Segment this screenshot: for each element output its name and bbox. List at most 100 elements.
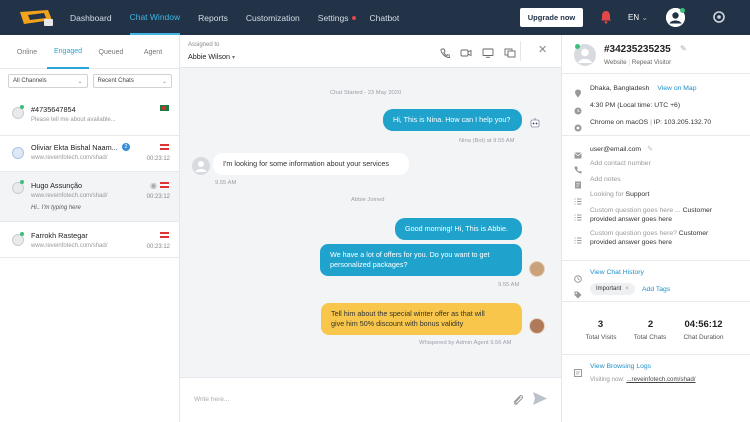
user-avatar[interactable]: [666, 8, 685, 27]
chat-preview: Please tell me about available...: [31, 117, 116, 123]
chat-list-item[interactable]: Oliviar Ekta Bishal Naam... 2 www.revein…: [0, 136, 179, 172]
chat-list-item[interactable]: Farrokh Rastegar www.reveinfotech.com/sh…: [0, 222, 179, 258]
nav-settings[interactable]: Settings: [318, 0, 356, 35]
notes-icon: [574, 176, 582, 189]
channel-filter-select[interactable]: All Channels ⌄: [8, 74, 88, 88]
view-chat-history-link[interactable]: View Chat History: [590, 269, 644, 276]
message-input[interactable]: Write here...: [194, 396, 229, 403]
top-navbar: Dashboard Chat Window Reports Customizat…: [0, 0, 750, 35]
view-on-map-link[interactable]: View on Map: [657, 85, 696, 92]
visitor-source: Website: [604, 59, 627, 66]
video-icon[interactable]: [460, 45, 472, 63]
custom-question-1-label: Custom question goes here ...: [590, 207, 681, 214]
total-visits-value: 3: [597, 319, 604, 330]
list-icon: [574, 231, 582, 244]
chat-url: www.reveinfotech.com/shad/: [31, 243, 108, 249]
chat-list-item-selected[interactable]: Hugo Assunção www.reveinfotech.com/shad/…: [0, 172, 179, 222]
looking-for-label: Looking for: [590, 191, 624, 198]
unread-badge: 2: [122, 143, 130, 151]
phone-icon: [574, 161, 582, 174]
visitor-local-time: 4:30 PM (Local time: UTC +6): [590, 102, 681, 109]
visitor-location-section: Dhaka, Bangladesh View on Map 4:30 PM (Lo…: [562, 74, 750, 136]
eye-icon: ◉: [150, 181, 157, 190]
looking-for-row: Looking for Support: [590, 191, 649, 198]
nav-chat-window[interactable]: Chat Window: [129, 0, 181, 35]
flag-icon: [160, 232, 169, 238]
chat-list-panel: Online Engaged Queued Agent All Channels…: [0, 35, 180, 422]
chrome-icon: [574, 119, 582, 132]
screen-share-icon[interactable]: [482, 45, 494, 63]
close-icon[interactable]: ×: [625, 286, 629, 292]
separator: |: [650, 119, 652, 126]
bot-avatar-icon: [528, 116, 542, 130]
chat-duration-value: 04:56:12: [684, 319, 723, 330]
visitor-info-panel: #34235235235 ✎ Website | Repeat Visitor …: [561, 35, 750, 422]
chat-history-section: View Chat History Important × Add Tags: [562, 261, 750, 302]
bell-icon[interactable]: [600, 10, 612, 29]
assigned-agent-name: Abbie Wilson: [188, 52, 230, 61]
edit-icon[interactable]: ✎: [680, 44, 687, 53]
nav-chatbot[interactable]: Chatbot: [370, 0, 400, 35]
clock-icon: [574, 102, 582, 115]
location-pin-icon: [574, 85, 582, 98]
close-icon[interactable]: ✕: [538, 43, 547, 56]
history-icon: [574, 270, 582, 283]
agent-avatar: [529, 261, 545, 277]
nav-dashboard[interactable]: Dashboard: [70, 0, 112, 35]
add-notes-field[interactable]: Add notes: [590, 176, 621, 183]
custom-answer-2-start: Customer: [678, 230, 709, 237]
visiting-now-url[interactable]: ...reveinfotech.com/shad/: [626, 376, 695, 383]
total-chats-value: 2: [647, 319, 654, 330]
agent-message-line-1: We have a lot of offers for you. Do you …: [330, 250, 490, 259]
chat-window: Assigned to Abbie Wilson ▾ ✕ Chat Starte…: [180, 35, 561, 422]
chevron-down-icon: ⌄: [77, 79, 83, 85]
tab-online[interactable]: Online: [7, 35, 47, 69]
message-meta: Whispered by Admin Agent 9.56 AM: [419, 340, 512, 346]
upgrade-button[interactable]: Upgrade now: [520, 8, 583, 27]
chats-filter-select[interactable]: Recent Chats ⌄: [92, 74, 172, 88]
agent-message-bubble: Good morning! Hi, This is Abbie.: [395, 218, 522, 240]
message-meta: 9.55 AM: [498, 282, 520, 288]
flag-icon: [160, 144, 169, 150]
tag-icon: [574, 286, 582, 299]
custom-answer-1-start: Customer: [682, 207, 713, 214]
visitor-message-bubble: I'm looking for some information about y…: [213, 153, 409, 175]
gear-icon[interactable]: [712, 10, 726, 29]
tab-engaged[interactable]: Engaged: [47, 35, 89, 69]
looking-for-value: Support: [625, 191, 650, 198]
chat-status-tabs: Online Engaged Queued Agent: [0, 35, 179, 69]
transfer-icon[interactable]: [504, 45, 516, 63]
channel-filter-value: All Channels: [13, 78, 47, 84]
messenger-icon: [12, 147, 24, 159]
assigned-agent-select[interactable]: Abbie Wilson ▾: [188, 52, 235, 61]
app-logo[interactable]: [18, 8, 56, 28]
total-visits-label: Total Visits: [585, 334, 617, 341]
visitor-location: Dhaka, Bangladesh: [590, 85, 650, 92]
add-contact-number-field[interactable]: Add contact number: [590, 160, 651, 167]
edit-icon[interactable]: ✎: [647, 146, 653, 153]
view-browsing-logs-link[interactable]: View Browsing Logs: [590, 363, 651, 370]
separator: |: [628, 59, 631, 66]
tab-queued[interactable]: Queued: [89, 35, 133, 69]
custom-question-1: Custom question goes here ... Customer pr…: [590, 206, 712, 224]
chat-visitor-name: Farrokh Rastegar: [31, 231, 88, 240]
admin-avatar: [529, 318, 545, 334]
divider: [520, 41, 521, 61]
chevron-down-icon: ⌄: [161, 79, 167, 85]
nav-reports[interactable]: Reports: [198, 0, 228, 35]
visitor-browser: Chrome on macOS: [590, 119, 649, 126]
nav-customization[interactable]: Customization: [246, 0, 300, 35]
language-selector[interactable]: EN ⌄: [628, 13, 648, 22]
whisper-message-line-2: give him 50% discount with bonus validit…: [331, 319, 464, 328]
chat-visitor-name: Hugo Assunção: [31, 181, 83, 190]
chat-list-item[interactable]: #4735647854 Please tell me about availab…: [0, 99, 179, 136]
add-tags-link[interactable]: Add Tags: [642, 286, 670, 293]
tag-chip[interactable]: Important ×: [590, 283, 635, 295]
phone-icon[interactable]: [440, 45, 451, 63]
send-icon[interactable]: [532, 391, 548, 411]
tab-agent[interactable]: Agent: [133, 35, 173, 69]
visitor-type: Repeat Visitor: [631, 59, 672, 66]
chat-url: www.reveinfotech.com/shad/: [31, 193, 108, 199]
paperclip-icon[interactable]: [512, 393, 524, 411]
chevron-down-icon: ⌄: [641, 13, 649, 22]
